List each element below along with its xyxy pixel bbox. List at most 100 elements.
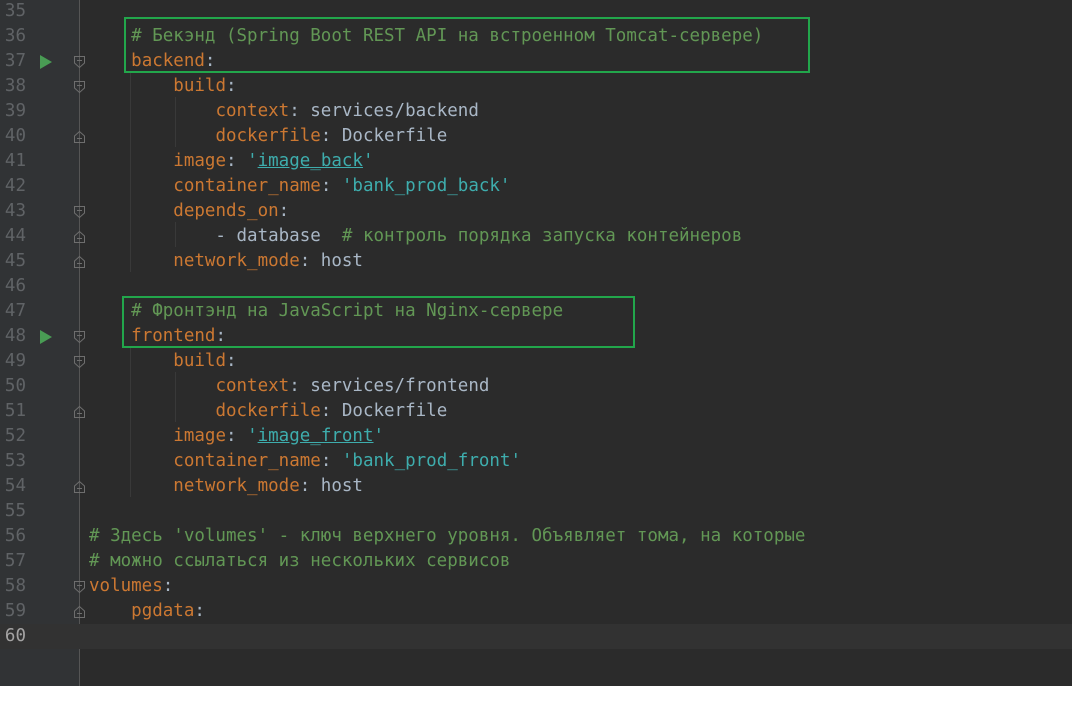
code-text: dockerfile: Dockerfile bbox=[89, 399, 447, 424]
code-text: pgdata: bbox=[89, 599, 205, 624]
fold-end-icon[interactable] bbox=[73, 405, 86, 419]
line-number: 51 bbox=[4, 401, 26, 421]
code-token: : host bbox=[299, 476, 363, 496]
code-token: image_front bbox=[257, 426, 374, 446]
line-number: 54 bbox=[4, 476, 26, 496]
code-line[interactable]: 53 container_name: 'bank_prod_front' bbox=[0, 449, 1072, 474]
code-line[interactable]: 39 context: services/backend bbox=[0, 99, 1072, 124]
code-token: build bbox=[173, 351, 226, 371]
code-text: context: services/backend bbox=[89, 99, 479, 124]
indent-guide bbox=[130, 347, 131, 497]
code-token: : Dockerfile bbox=[320, 126, 448, 146]
fold-open-icon[interactable] bbox=[73, 55, 86, 69]
fold-end-icon[interactable] bbox=[73, 605, 86, 619]
fold-end-icon[interactable] bbox=[73, 255, 86, 269]
fold-end-icon[interactable] bbox=[73, 130, 86, 144]
code-token: : Dockerfile bbox=[320, 401, 448, 421]
backend-highlight-box bbox=[124, 17, 810, 73]
run-service-icon[interactable] bbox=[40, 55, 52, 69]
line-number: 56 bbox=[4, 526, 26, 546]
line-number: 40 bbox=[4, 126, 26, 146]
code-token: : bbox=[278, 201, 290, 221]
code-text: context: services/frontend bbox=[89, 374, 489, 399]
code-token: volumes bbox=[89, 576, 163, 596]
code-line[interactable]: 58 volumes: bbox=[0, 574, 1072, 599]
code-token: dockerfile bbox=[215, 401, 321, 421]
fold-open-icon[interactable] bbox=[73, 80, 86, 94]
line-number: 35 bbox=[4, 1, 26, 21]
code-token: image bbox=[173, 151, 226, 171]
code-token: 'bank_prod_front' bbox=[341, 451, 522, 471]
code-token: ' bbox=[362, 151, 374, 171]
fold-end-icon[interactable] bbox=[73, 480, 86, 494]
code-line[interactable]: 42 container_name: 'bank_prod_back' bbox=[0, 174, 1072, 199]
code-token: : host bbox=[299, 251, 363, 271]
code-line[interactable]: 59 pgdata: bbox=[0, 599, 1072, 624]
line-number: 36 bbox=[4, 26, 26, 46]
code-token: - database bbox=[89, 226, 342, 246]
code-token: context bbox=[215, 101, 290, 121]
code-line[interactable]: 44 - database # контроль порядка запуска… bbox=[0, 224, 1072, 249]
fold-end-icon[interactable] bbox=[73, 230, 86, 244]
code-line[interactable]: 57 # можно ссылаться из нескольких сервис… bbox=[0, 549, 1072, 574]
indent-guide bbox=[130, 72, 131, 272]
code-token: : bbox=[194, 601, 205, 621]
code-line[interactable]: 40 dockerfile: Dockerfile bbox=[0, 124, 1072, 149]
fold-open-icon[interactable] bbox=[73, 355, 86, 369]
fold-open-icon[interactable] bbox=[73, 580, 86, 594]
code-line[interactable]: 50 context: services/frontend bbox=[0, 374, 1072, 399]
code-line[interactable]: 60 bbox=[0, 624, 1072, 649]
line-number: 43 bbox=[4, 201, 26, 221]
code-text: container_name: 'bank_prod_back' bbox=[89, 174, 510, 199]
code-line[interactable]: 45 network_mode: host bbox=[0, 249, 1072, 274]
code-editor[interactable]: 35 36 # Бекэнд (Spring Boot REST API на в… bbox=[0, 0, 1072, 686]
code-line[interactable]: 51 dockerfile: Dockerfile bbox=[0, 399, 1072, 424]
code-token: image bbox=[173, 426, 226, 446]
code-line[interactable]: 52 image: 'image_front' bbox=[0, 424, 1072, 449]
code-text: build: bbox=[89, 349, 237, 374]
line-number: 49 bbox=[4, 351, 26, 371]
code-token: ' bbox=[247, 426, 258, 446]
code-line[interactable]: 56 # Здесь 'volumes' - ключ верхнего уров… bbox=[0, 524, 1072, 549]
code-text: container_name: 'bank_prod_front' bbox=[89, 449, 521, 474]
code-line[interactable]: 43 depends_on: bbox=[0, 199, 1072, 224]
code-token: : services/backend bbox=[289, 101, 479, 121]
code-text: depends_on: bbox=[89, 199, 289, 224]
code-line[interactable]: 41 image: 'image_back' bbox=[0, 149, 1072, 174]
code-line[interactable]: 55 bbox=[0, 499, 1072, 524]
line-number: 42 bbox=[4, 176, 26, 196]
line-number: 52 bbox=[4, 426, 26, 446]
code-token: container_name bbox=[173, 451, 321, 471]
fold-open-icon[interactable] bbox=[73, 330, 86, 344]
code-line[interactable]: 49 build: bbox=[0, 349, 1072, 374]
fold-open-icon[interactable] bbox=[73, 205, 86, 219]
line-number: 57 bbox=[4, 551, 26, 571]
line-number: 38 bbox=[4, 76, 26, 96]
indent-guide bbox=[175, 372, 176, 422]
code-text: image: 'image_back' bbox=[89, 149, 374, 174]
code-line[interactable]: 38 build: bbox=[0, 74, 1072, 99]
code-token: # Здесь 'volumes' - ключ верхнего уровня… bbox=[89, 526, 806, 546]
code-token: : bbox=[225, 351, 237, 371]
code-line[interactable]: 54 network_mode: host bbox=[0, 474, 1072, 499]
code-token: # можно ссылаться из нескольких сервисов bbox=[89, 551, 511, 571]
code-token: pgdata bbox=[131, 601, 195, 621]
line-number: 50 bbox=[4, 376, 26, 396]
run-service-icon[interactable] bbox=[40, 330, 52, 344]
code-text: image: 'image_front' bbox=[89, 424, 384, 449]
code-token: ' bbox=[247, 151, 258, 171]
line-number: 37 bbox=[4, 51, 26, 71]
line-number: 45 bbox=[4, 251, 26, 271]
line-number: 60 bbox=[4, 626, 26, 646]
code-token: : bbox=[162, 576, 174, 596]
